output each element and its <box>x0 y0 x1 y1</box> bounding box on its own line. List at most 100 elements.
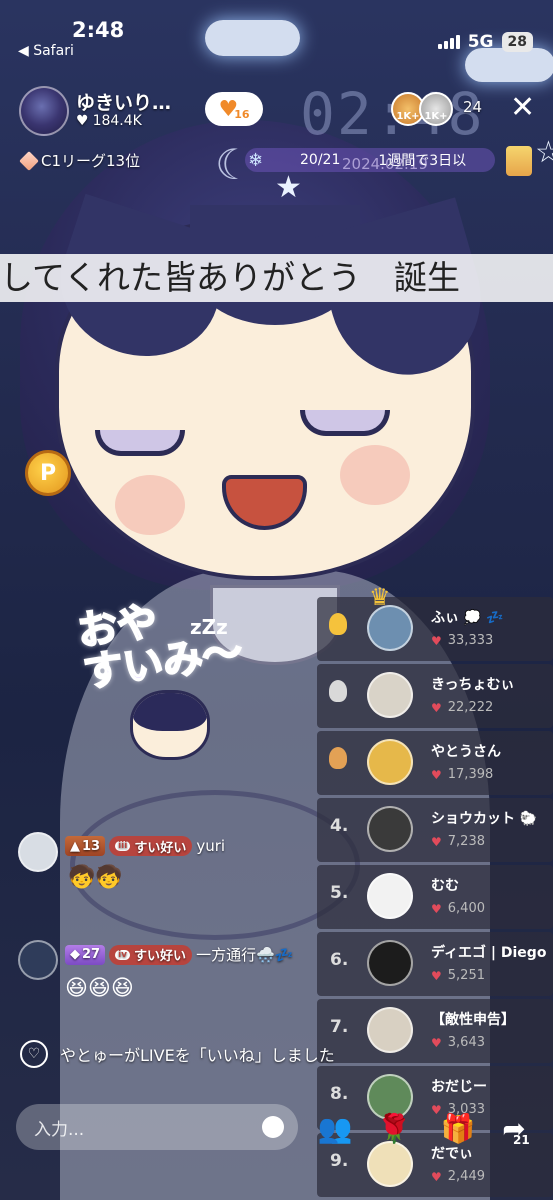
chat-avatar[interactable] <box>18 940 58 980</box>
network-type: 5G <box>467 32 494 52</box>
ranking-name: ショウカット 🐑 <box>431 811 538 827</box>
back-to-safari-link[interactable]: ◀ Safari <box>18 43 74 59</box>
sleep-zzz: zZz <box>190 615 228 639</box>
event-progress-value: 20/21 <box>300 152 341 168</box>
ranking-score-value: 7,238 <box>447 834 485 849</box>
mini-character-icon[interactable] <box>506 146 532 176</box>
chat-username[interactable]: yuri <box>196 837 225 855</box>
gifter-badge-2[interactable]: 1K+ <box>419 92 453 126</box>
collab-users-icon[interactable]: 👥 <box>315 1108 355 1148</box>
ranking-row[interactable]: ♛ ふぃ 💭 💤 ♥ 33,333 <box>317 583 553 661</box>
chat-stamp: 🧒🧒 <box>68 865 123 890</box>
ranking-name: おだじー <box>431 1079 487 1095</box>
ranking-row[interactable]: 5. むむ ♥ 6,400 <box>317 865 553 929</box>
share-count: 21 <box>513 1133 530 1147</box>
scrolling-banner: してくれた皆ありがとう 誕生 <box>0 254 553 302</box>
silver-medal-icon <box>329 680 347 702</box>
heart-icon: ♥ <box>431 901 442 916</box>
gold-medal-icon <box>329 613 347 635</box>
ranking-score: ♥ 22,222 <box>431 700 493 715</box>
fan-level: iii <box>115 841 131 851</box>
ranking-name: ディエゴ | Diego <box>431 945 547 961</box>
ranking-score: ♥ 7,238 <box>431 834 485 849</box>
user-level: 13 <box>82 838 101 854</box>
points-coin-icon[interactable]: P <box>25 450 71 496</box>
league-rank[interactable]: C1リーグ13位 <box>19 150 141 171</box>
triangle-icon: ▲ <box>70 838 80 854</box>
gift-icon[interactable]: 🎁 <box>438 1108 478 1148</box>
fan-level: iv <box>115 949 131 960</box>
status-indicators: 5G 28 <box>437 32 533 52</box>
ranking-name: ふぃ 💭 💤 <box>431 610 504 626</box>
ranking-score-value: 17,398 <box>447 767 494 782</box>
ranking-score-value: 5,251 <box>447 968 485 983</box>
like-notification-text: やとゅーがLIVEを「いいね」しました <box>60 1046 335 1065</box>
ranking-avatar[interactable] <box>367 672 413 718</box>
ranking-position: 4. <box>330 816 349 836</box>
ranking-score: ♥ 2,449 <box>431 1169 485 1184</box>
ranking-avatar[interactable] <box>367 739 413 785</box>
event-week-text: 1週間で3日以 <box>378 153 467 169</box>
ranking-score: ♥ 17,398 <box>431 767 493 782</box>
ranking-position: 9. <box>330 1151 349 1171</box>
sleep-stamp-icon: 🧒🧒 <box>68 865 123 890</box>
ranking-name: むむ <box>431 878 459 894</box>
heart-badge-count: 16 <box>234 107 250 121</box>
ranking-avatar[interactable] <box>367 806 413 852</box>
ranking-score: ♥ 3,643 <box>431 1035 485 1050</box>
chat-header: ▲ 13 iii すい好い yuri <box>65 836 225 856</box>
bronze-medal-icon <box>329 747 347 769</box>
chat-username[interactable]: 一方通行🌨️💤 <box>196 944 293 965</box>
ranking-score-value: 3,643 <box>447 1035 485 1050</box>
user-level-badge: ◆ 27 <box>65 944 106 965</box>
ranking-avatar[interactable] <box>367 873 413 919</box>
star-decoration: ★ <box>275 170 302 205</box>
avatar-cheek <box>340 445 410 505</box>
league-rank-label: C1リーグ13位 <box>41 152 141 170</box>
close-icon[interactable]: ✕ <box>510 90 535 125</box>
signal-icon <box>437 35 460 49</box>
live-stream-screen: ★ ☆ ☾ 02:48 2024.02.19 2:48 ◀ Safari 5G … <box>0 0 553 1200</box>
comment-input[interactable]: 入力... <box>16 1104 298 1150</box>
emoji-icon[interactable] <box>262 1116 284 1138</box>
avatar-eye-left <box>95 430 185 456</box>
ranking-row[interactable]: 6. ディエゴ | Diego ♥ 5,251 <box>317 932 553 996</box>
ranking-avatar[interactable] <box>367 1007 413 1053</box>
status-time: 2:48 <box>72 18 125 42</box>
cloud-decoration <box>465 48 553 82</box>
ranking-avatar[interactable] <box>367 605 413 651</box>
ranking-row[interactable]: やとうさん ♥ 17,398 <box>317 731 553 795</box>
diamond-icon <box>19 150 39 171</box>
chat-header: ◆ 27 iv すい好い 一方通行🌨️💤 <box>65 944 293 965</box>
ranking-row[interactable]: きっちょむぃ ♥ 22,222 <box>317 664 553 728</box>
ranking-score-value: 33,333 <box>447 633 494 648</box>
ranking-name: きっちょむぃ <box>431 677 515 693</box>
heart-icon: ♥ <box>431 1035 442 1050</box>
ranking-avatar[interactable] <box>367 940 413 986</box>
fan-club-name: すい好い <box>134 949 187 964</box>
ranking-row[interactable]: 7. 【敵性申告】 ♥ 3,643 <box>317 999 553 1063</box>
ranking-position: 7. <box>330 1017 349 1037</box>
ranking-row[interactable]: 4. ショウカット 🐑 ♥ 7,238 <box>317 798 553 862</box>
snowflake-icon: ❄ <box>248 150 264 171</box>
host-avatar[interactable] <box>19 86 69 136</box>
top-gifters[interactable]: 1K+ 1K+ <box>391 92 453 126</box>
host-name[interactable]: ゆきいり… <box>76 88 171 115</box>
heart-outline-icon: ♡ <box>20 1040 48 1068</box>
crown-icon: ♛ <box>369 583 391 611</box>
ranking-name: やとうさん <box>431 744 501 760</box>
heart-icon: ♥ <box>431 968 442 983</box>
heart-icon: ♥ <box>431 767 442 782</box>
event-progress-banner[interactable]: 20/21 1週間で3日以 <box>245 148 495 172</box>
follow-heart-button[interactable]: ♥ 16 <box>205 92 263 126</box>
viewer-count[interactable]: 24 <box>463 98 482 116</box>
ranking-name: 【敵性申告】 <box>431 1012 515 1028</box>
rose-icon[interactable]: 🌹 <box>374 1108 414 1148</box>
heart-icon: ♥ <box>431 700 442 715</box>
chat-avatar[interactable] <box>18 832 58 872</box>
ranking-score: ♥ 5,251 <box>431 968 485 983</box>
chat-text: 😆😆😆 <box>65 976 134 1001</box>
host-likes: ♥ 184.4K <box>76 113 142 129</box>
heart-icon: ♥ <box>431 633 442 648</box>
avatar-cheek <box>115 475 185 535</box>
